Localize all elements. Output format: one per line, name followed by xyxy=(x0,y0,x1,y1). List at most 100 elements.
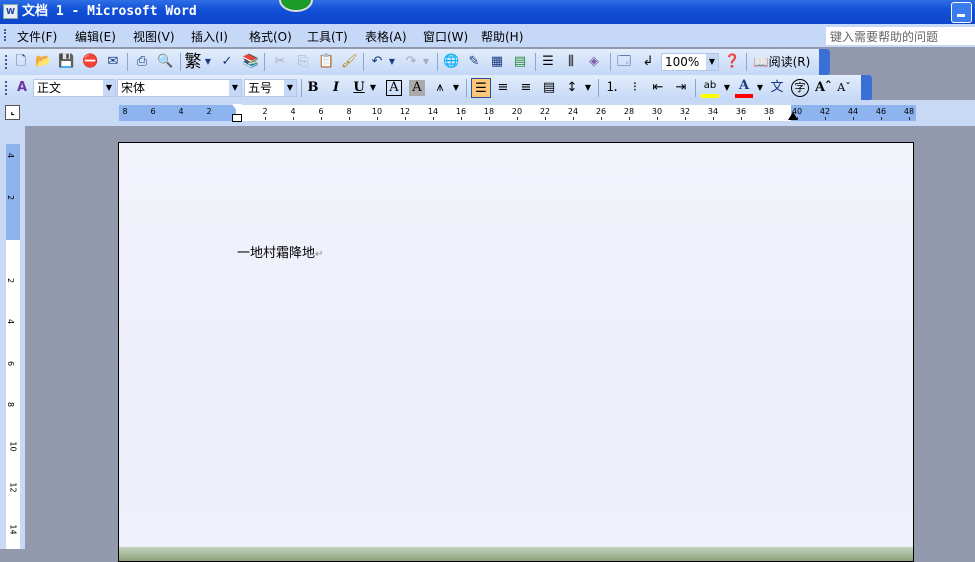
menu-edit[interactable]: 编辑(E) xyxy=(75,28,116,45)
character-shading-button[interactable]: A xyxy=(409,80,425,96)
grow-font-icon[interactable]: Aˆ xyxy=(815,78,832,98)
ruler-label: 36 xyxy=(735,107,747,116)
menu-table[interactable]: 表格(A) xyxy=(365,28,407,45)
menu-tools[interactable]: 工具(T) xyxy=(307,28,348,45)
title-bar: W 文档 1 - Microsoft Word xyxy=(0,0,975,24)
increase-indent-icon[interactable]: ⇥ xyxy=(673,78,689,98)
decrease-indent-icon[interactable]: ⇤ xyxy=(650,78,666,98)
menu-format[interactable]: 格式(O) xyxy=(249,28,292,45)
horizontal-ruler[interactable]: 8 6 4 2 2 4 6 8 10 12 14 16 18 20 22 24 26 28 30 32 34 36 38 40… xyxy=(119,104,916,122)
chevron-down-icon[interactable]: ▼ xyxy=(756,78,764,98)
insert-table-icon[interactable]: ▦ xyxy=(489,52,505,72)
distribute-button[interactable]: ▤ xyxy=(541,78,557,98)
ruler-tick xyxy=(881,117,882,120)
paste-icon[interactable]: 📋 xyxy=(318,52,334,72)
tables-borders-icon[interactable]: ✎ xyxy=(466,52,482,72)
numbering-icon[interactable]: ⒈ xyxy=(604,78,620,98)
minimize-button[interactable] xyxy=(951,2,972,23)
character-scaling-icon[interactable]: ⩚ xyxy=(431,78,449,98)
print-icon[interactable]: ⎙ xyxy=(133,52,151,72)
font-dropdown[interactable]: 宋体 ▼ xyxy=(117,79,242,97)
ruler-label: 14 xyxy=(8,523,18,535)
undo-icon[interactable]: ↶ xyxy=(369,52,385,72)
line-spacing-icon[interactable]: ↕ xyxy=(564,78,580,98)
menu-window[interactable]: 窗口(W) xyxy=(423,28,468,45)
enclose-characters-button[interactable]: 字 xyxy=(791,79,809,97)
document-page[interactable]: 一地村霜降地↵ xyxy=(118,142,914,562)
menu-help[interactable]: 帮助(H) xyxy=(481,28,523,45)
chevron-down-icon[interactable]: ▼ xyxy=(388,52,396,72)
spelling-check-icon[interactable]: ✓ xyxy=(218,52,236,72)
cut-icon[interactable]: ✂ xyxy=(272,52,288,72)
hyperlink-icon[interactable]: 🌐 xyxy=(443,52,459,72)
document-map-icon[interactable]: ◈ xyxy=(586,52,602,72)
copy-icon[interactable]: ⎘ xyxy=(295,52,311,72)
ruler-label: 8 xyxy=(122,107,128,116)
help-icon[interactable]: ❓ xyxy=(724,52,740,72)
toolbar-grip[interactable] xyxy=(4,29,6,41)
phonetic-guide-button[interactable]: 文 xyxy=(768,78,786,98)
save-icon[interactable]: 💾 xyxy=(58,52,74,72)
format-painter-icon[interactable]: 🖌 xyxy=(341,52,358,72)
menu-insert[interactable]: 插入(I) xyxy=(191,28,228,45)
align-right-button[interactable]: ≡ xyxy=(518,78,534,98)
bullets-icon[interactable]: ⁝ xyxy=(627,78,643,98)
font-color-button[interactable]: A xyxy=(735,78,753,98)
chevron-down-icon[interactable]: ▼ xyxy=(723,78,731,98)
ruler-tick xyxy=(349,117,350,120)
ruler-tick xyxy=(545,117,546,120)
zoom-dropdown[interactable]: 100% ▼ xyxy=(661,53,719,71)
align-center-button[interactable]: ≡ xyxy=(495,78,511,98)
drawing-icon[interactable]: ⫼ xyxy=(563,52,579,72)
menu-file[interactable]: 文件(F) xyxy=(17,28,57,45)
show-hide-icon[interactable]: 🗔 xyxy=(616,52,632,72)
permission-icon[interactable]: ⛔ xyxy=(82,52,98,72)
toolbar-options-button[interactable] xyxy=(861,75,872,101)
toolbar-grip[interactable] xyxy=(5,55,7,69)
shrink-font-icon[interactable]: Aˇ xyxy=(837,78,851,98)
toolbar-grip[interactable] xyxy=(5,81,7,95)
ruler-tick xyxy=(489,117,490,120)
print-preview-icon[interactable]: 🔍 xyxy=(157,52,173,72)
font-size-dropdown[interactable]: 五号 ▼ xyxy=(244,79,297,97)
help-search-input[interactable]: 键入需要帮助的问题 xyxy=(826,27,975,45)
email-icon[interactable]: ✉ xyxy=(105,52,121,72)
ruler-label: 18 xyxy=(483,107,495,116)
bold-button[interactable]: B xyxy=(305,78,321,98)
left-indent-marker[interactable] xyxy=(232,114,242,122)
chevron-down-icon[interactable]: ▼ xyxy=(452,78,460,98)
insert-excel-icon[interactable]: ▤ xyxy=(512,52,528,72)
style-dropdown[interactable]: 正文 ▼ xyxy=(33,79,116,97)
ruler-label: 12 xyxy=(8,482,18,493)
right-indent-marker[interactable] xyxy=(788,112,798,120)
chevron-down-icon[interactable]: ▼ xyxy=(204,52,212,72)
vertical-ruler[interactable]: 4 2 2 4 6 8 10 12 14 xyxy=(6,144,20,549)
document-text[interactable]: 一地村霜降地↵ xyxy=(237,242,323,261)
redo-icon[interactable]: ↷ xyxy=(403,52,419,72)
tab-selector-button[interactable]: ⌞ xyxy=(5,105,20,120)
styles-formatting-icon[interactable]: A xyxy=(13,78,31,98)
columns-icon[interactable]: ☰ xyxy=(540,52,556,72)
ruler-tick xyxy=(293,117,294,120)
chevron-down-icon[interactable]: ▼ xyxy=(369,78,377,98)
chevron-down-icon[interactable]: ▼ xyxy=(584,78,592,98)
read-mode-button[interactable]: 📖阅读(R) xyxy=(752,52,812,72)
highlight-icon[interactable]: ab xyxy=(701,78,719,98)
style-value: 正文 xyxy=(37,81,62,95)
open-folder-icon[interactable]: 📂 xyxy=(35,52,51,72)
paragraph-mark-icon[interactable]: ↲ xyxy=(640,52,656,72)
word-app-icon[interactable]: W xyxy=(3,4,18,19)
chevron-down-icon: ▼ xyxy=(103,80,115,96)
italic-button[interactable]: I xyxy=(328,78,344,98)
align-justify-button[interactable]: ☰ xyxy=(471,78,491,98)
research-icon[interactable]: 📚 xyxy=(242,52,260,72)
toolbar-options-button[interactable] xyxy=(819,49,830,75)
character-border-button[interactable]: A xyxy=(386,80,402,96)
traditional-chinese-button[interactable]: 繁 xyxy=(184,52,202,72)
new-document-icon[interactable]: 🗋 xyxy=(13,52,29,72)
ruler-tick xyxy=(461,117,462,120)
underline-button[interactable]: U xyxy=(351,78,367,98)
ruler-tick xyxy=(853,117,854,120)
chevron-down-icon[interactable]: ▼ xyxy=(422,52,430,72)
menu-view[interactable]: 视图(V) xyxy=(133,28,175,45)
